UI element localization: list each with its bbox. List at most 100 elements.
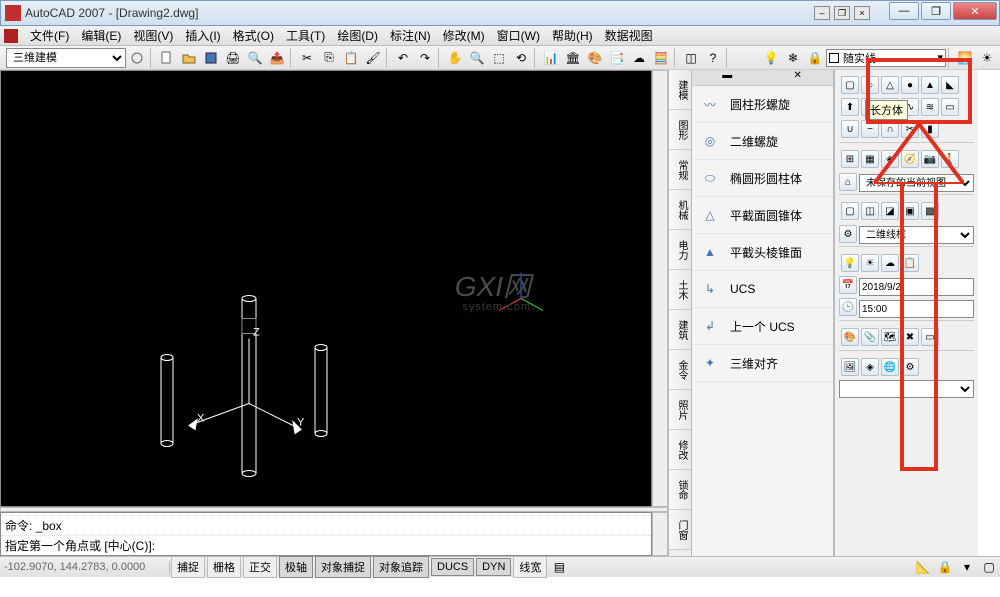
view-home-icon[interactable]: ⌂ bbox=[839, 173, 857, 191]
pyramid-button[interactable]: ▲ bbox=[921, 76, 939, 94]
minimize-button[interactable]: — bbox=[889, 2, 919, 20]
menu-help[interactable]: 帮助(H) bbox=[546, 27, 599, 44]
clock-icon[interactable]: 🕒 bbox=[839, 298, 857, 316]
calendar-icon[interactable]: 📅 bbox=[839, 276, 857, 294]
light-sky-button[interactable]: ☁ bbox=[881, 254, 899, 272]
mdi-minimize-button[interactable]: – ❐ × bbox=[813, 1, 871, 25]
cone-button[interactable]: △ bbox=[881, 76, 899, 94]
markup-icon[interactable]: ☁ bbox=[629, 48, 649, 68]
toggle-dyn[interactable]: DYN bbox=[476, 558, 511, 576]
light-list-button[interactable]: 📋 bbox=[901, 254, 919, 272]
menu-dataview[interactable]: 数据视图 bbox=[599, 27, 659, 44]
light-sun-button[interactable]: ☀ bbox=[861, 254, 879, 272]
properties-icon[interactable]: 📊 bbox=[541, 48, 561, 68]
mdi-close-icon[interactable]: × bbox=[854, 6, 870, 20]
menu-edit[interactable]: 编辑(E) bbox=[75, 27, 127, 44]
date-input[interactable] bbox=[859, 278, 974, 296]
slice-button[interactable]: ✂ bbox=[901, 120, 919, 138]
render-env-button[interactable]: 🌐 bbox=[881, 358, 899, 376]
polysolid-button[interactable]: ▭ bbox=[941, 98, 959, 116]
palette-tab-0[interactable]: 建模 bbox=[669, 70, 691, 110]
palette-tab-6[interactable]: 建筑 bbox=[669, 310, 691, 350]
toggle-otrack[interactable]: 对象追踪 bbox=[373, 556, 429, 578]
redo-icon[interactable]: ↷ bbox=[415, 48, 435, 68]
extrude-button[interactable]: ⬆ bbox=[841, 98, 859, 116]
clean-screen-icon[interactable]: ▢ bbox=[979, 557, 999, 577]
wedge-button[interactable]: ◣ bbox=[941, 76, 959, 94]
render-adv-button[interactable]: ⚙ bbox=[901, 358, 919, 376]
palette-collapse-icon[interactable]: ▬ bbox=[692, 70, 763, 85]
toggle-osnap[interactable]: 对象捕捉 bbox=[315, 556, 371, 578]
intersect-button[interactable]: ∩ bbox=[881, 120, 899, 138]
sheet-set-icon[interactable]: 📑 bbox=[607, 48, 627, 68]
paste-icon[interactable]: 📋 bbox=[341, 48, 361, 68]
view-front-button[interactable]: ▦ bbox=[861, 150, 879, 168]
palette-item-frustum-cone[interactable]: △平截面圆锥体 bbox=[692, 197, 833, 234]
view-camera-button[interactable]: 📷 bbox=[921, 150, 939, 168]
view-top-button[interactable]: ⊞ bbox=[841, 150, 859, 168]
workspace-settings-icon[interactable] bbox=[127, 48, 147, 68]
cylinder-button[interactable]: ○ bbox=[861, 76, 879, 94]
zoom-icon[interactable]: 🔍 bbox=[467, 48, 487, 68]
vs-realistic-button[interactable]: ▣ bbox=[901, 202, 919, 220]
palette-item-helix-2d[interactable]: ◎二维螺旋 bbox=[692, 123, 833, 160]
block-icon[interactable]: ◫ bbox=[681, 48, 701, 68]
menu-format[interactable]: 格式(O) bbox=[227, 27, 280, 44]
drawing-viewport[interactable]: X Y Z GXI网 system.com bbox=[0, 70, 652, 507]
time-input[interactable] bbox=[859, 300, 974, 318]
mdi-min-icon[interactable]: – bbox=[814, 6, 830, 20]
material-button[interactable]: 🎨 bbox=[841, 328, 859, 346]
subtract-button[interactable]: − bbox=[861, 120, 879, 138]
toolpalette-icon[interactable]: 🎨 bbox=[585, 48, 605, 68]
box-button[interactable]: ▢ bbox=[841, 76, 859, 94]
designcenter-icon[interactable]: 🏛 bbox=[563, 48, 583, 68]
annotation-scale-icon[interactable]: 📐 bbox=[913, 557, 933, 577]
command-scrollbar[interactable] bbox=[652, 512, 668, 556]
menu-insert[interactable]: 插入(I) bbox=[179, 27, 226, 44]
view-iso-button[interactable]: ◈ bbox=[881, 150, 899, 168]
palette-tab-7[interactable]: 金令 bbox=[669, 350, 691, 390]
toggle-snap[interactable]: 捕捉 bbox=[171, 556, 205, 578]
menu-tools[interactable]: 工具(T) bbox=[280, 27, 331, 44]
palette-tab-2[interactable]: 常规 bbox=[669, 150, 691, 190]
close-button[interactable]: ✕ bbox=[953, 2, 997, 20]
open-icon[interactable] bbox=[179, 48, 199, 68]
copy-icon[interactable]: ⎘ bbox=[319, 48, 339, 68]
view-dropdown[interactable]: 未保存的当前视图 bbox=[859, 174, 974, 192]
render-preset-dropdown[interactable] bbox=[839, 380, 974, 398]
material-map-button[interactable]: 🗺 bbox=[881, 328, 899, 346]
publish-icon[interactable]: 📤 bbox=[267, 48, 287, 68]
union-button[interactable]: ∪ bbox=[841, 120, 859, 138]
view-orbit-button[interactable]: 🧭 bbox=[901, 150, 919, 168]
command-prompt[interactable]: 指定第一个角点或 [中心(C)]: bbox=[1, 536, 651, 555]
view-walk-button[interactable]: 🚶 bbox=[941, 150, 959, 168]
light-create-button[interactable]: 💡 bbox=[841, 254, 859, 272]
render-crop-button[interactable]: ◈ bbox=[861, 358, 879, 376]
vs-2dwire-button[interactable]: ▢ bbox=[841, 202, 859, 220]
toggle-ducs[interactable]: DUCS bbox=[431, 558, 474, 576]
pan-icon[interactable]: ✋ bbox=[445, 48, 465, 68]
zoom-window-icon[interactable]: ⬚ bbox=[489, 48, 509, 68]
planar-map-button[interactable]: ▭ bbox=[921, 328, 939, 346]
palette-tab-5[interactable]: 土木 bbox=[669, 270, 691, 310]
print-icon[interactable]: 🖨 bbox=[223, 48, 243, 68]
tray-settings-icon[interactable]: ▾ bbox=[957, 557, 977, 577]
calc-icon[interactable]: 🧮 bbox=[651, 48, 671, 68]
preview-icon[interactable]: 🔍 bbox=[245, 48, 265, 68]
viewport-scrollbar-v[interactable] bbox=[652, 70, 668, 507]
toggle-lwt[interactable]: 线宽 bbox=[513, 556, 547, 578]
material-attach-button[interactable]: 📎 bbox=[861, 328, 879, 346]
help-icon[interactable]: ? bbox=[703, 48, 723, 68]
sun-icon[interactable]: ☀ bbox=[977, 48, 997, 68]
palette-close-icon[interactable]: ✕ bbox=[763, 70, 834, 85]
palette-item-ucs[interactable]: ↳UCS bbox=[692, 271, 833, 308]
vs-manage-icon[interactable]: ⚙ bbox=[839, 225, 857, 243]
new-icon[interactable] bbox=[157, 48, 177, 68]
mdi-restore-icon[interactable]: ❐ bbox=[834, 6, 850, 20]
save-icon[interactable] bbox=[201, 48, 221, 68]
render-button[interactable]: 🖼 bbox=[841, 358, 859, 376]
menu-window[interactable]: 窗口(W) bbox=[491, 27, 546, 44]
menu-draw[interactable]: 绘图(D) bbox=[331, 27, 384, 44]
palette-tab-10[interactable]: 锁命 bbox=[669, 470, 691, 510]
sphere-button[interactable]: ● bbox=[901, 76, 919, 94]
